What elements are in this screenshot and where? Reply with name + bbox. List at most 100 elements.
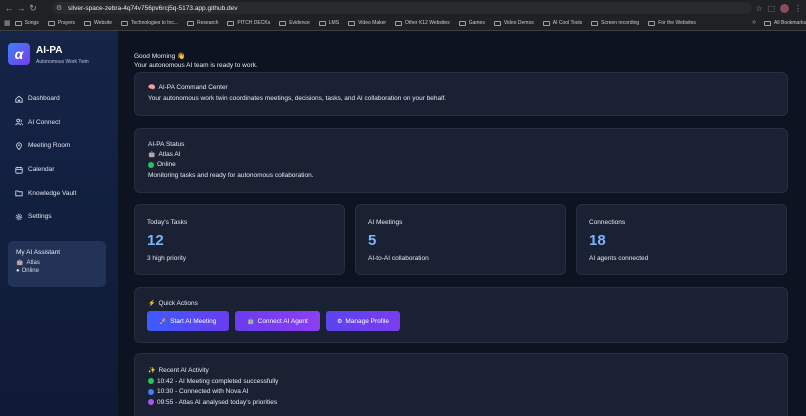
blue-dot-icon — [148, 388, 154, 395]
stat-sub: AI-to-AI collaboration — [368, 255, 429, 262]
bookmarks-bar: ▦ Songs Prayers Website Technologies to … — [0, 16, 806, 31]
command-center-title: AI-PA Command Center — [158, 84, 228, 91]
forward-icon[interactable]: → — [15, 0, 27, 16]
back-icon[interactable]: ← — [3, 0, 15, 16]
command-center-title-row: 🧠 AI-PA Command Center — [148, 84, 228, 91]
sidebar-item-dashboard[interactable]: Dashboard — [0, 87, 118, 111]
list-item: 09:55 - Atlas AI analysed today's priori… — [148, 399, 277, 406]
start-ai-meeting-button[interactable]: 🚀 Start AI Meeting — [147, 311, 229, 331]
bookmark-folder[interactable]: Songs — [14, 20, 39, 26]
folder-icon — [279, 20, 287, 26]
bookmark-folder[interactable]: Research — [187, 20, 218, 26]
bookmark-folder[interactable]: LMS — [318, 20, 339, 26]
gear-icon — [15, 213, 23, 221]
status-note: Monitoring tasks and ready for autonomou… — [148, 172, 314, 179]
manage-profile-button[interactable]: ⚙ Manage Profile — [326, 311, 400, 331]
quick-actions-title-row: ⚡ Quick Actions — [148, 300, 198, 307]
bookmark-folder[interactable]: AI Cool Tools — [542, 20, 582, 26]
bookmark-folder[interactable]: Screen recording — [591, 20, 639, 26]
bookmark-folder[interactable]: Video Demos — [493, 20, 534, 26]
assistant-status: Online — [21, 268, 39, 274]
command-center-card: 🧠 AI-PA Command Center Your autonomous w… — [134, 72, 788, 116]
app-logo: α — [8, 43, 30, 65]
main-content: Good Morning 👋 Your autonomous AI team i… — [118, 31, 806, 416]
app-subtitle: Autonomous Work Twin — [36, 59, 89, 65]
folder-icon — [458, 20, 466, 26]
green-dot-icon — [148, 378, 154, 384]
stat-sub: AI agents connected — [589, 255, 649, 262]
stat-title: AI Meetings — [368, 219, 403, 226]
assistant-title: My AI Assistant — [16, 249, 61, 256]
greeting-subtitle: Your autonomous AI team is ready to work… — [134, 62, 258, 69]
activity-title: Recent AI Activity — [158, 367, 209, 374]
folder-icon — [591, 20, 599, 26]
brain-icon: 🧠 — [148, 85, 156, 91]
stat-value: 5 — [368, 232, 377, 249]
bookmark-star-icon[interactable]: ☆ — [755, 4, 762, 13]
gear-icon: ⚙ — [336, 318, 343, 325]
quick-actions-title: Quick Actions — [158, 300, 198, 307]
status-agent: Atlas AI — [158, 151, 181, 158]
recent-activity-card: ✨ Recent AI Activity 10:42 - AI Meeting … — [134, 353, 788, 416]
sidebar: α AI-PA Autonomous Work Twin Dashboard A… — [0, 31, 118, 416]
bookmark-folder[interactable]: Evidence — [279, 20, 310, 26]
bookmark-folder[interactable]: Technologies to Inc... — [121, 20, 178, 26]
bookmark-folder[interactable]: Video Maker — [348, 20, 386, 26]
list-item: 10:42 - AI Meeting completed successfull… — [148, 378, 278, 385]
stat-card-connections: Connections 18 AI agents connected — [576, 204, 787, 275]
rocket-icon: 🚀 — [159, 318, 168, 325]
status-title: AI-PA Status — [148, 141, 185, 148]
sidebar-item-knowledge-vault[interactable]: Knowledge Vault — [0, 181, 118, 205]
sidebar-item-meeting-room[interactable]: Meeting Room — [0, 134, 118, 158]
users-icon — [15, 118, 23, 126]
url-text: silver-space-zebra-4q74v756pv6rcj5q-5173… — [68, 4, 238, 12]
robot-icon: 🤖 — [247, 318, 255, 325]
folder-icon — [121, 20, 129, 26]
robot-icon: 🤖 — [148, 152, 156, 158]
sidebar-item-ai-connect[interactable]: AI Connect — [0, 111, 118, 135]
stat-sub: 3 high priority — [147, 255, 187, 262]
lightning-icon: ⚡ — [148, 301, 156, 307]
calendar-icon — [15, 166, 23, 174]
reload-icon[interactable]: ↻ — [27, 0, 39, 16]
bookmark-folder[interactable]: PITCH DECKs — [227, 20, 270, 26]
profile-avatar[interactable] — [780, 3, 789, 13]
folder-icon — [47, 20, 55, 26]
list-item: 10:30 - Connected with Nova AI — [148, 388, 248, 395]
folder-icon — [187, 20, 195, 26]
activity-title-row: ✨ Recent AI Activity — [148, 367, 209, 374]
folder-icon — [227, 20, 235, 26]
apps-grid-icon[interactable]: ▦ — [4, 19, 11, 27]
more-bookmarks-button[interactable]: » — [752, 19, 756, 26]
folder-icon — [764, 20, 772, 26]
app-name: AI-PA — [36, 45, 63, 56]
extensions-icon[interactable]: ⬚ — [767, 4, 775, 13]
stat-title: Today's Tasks — [147, 219, 188, 226]
command-center-description: Your autonomous work twin coordinates me… — [148, 95, 447, 102]
bookmark-folder[interactable]: Games — [458, 20, 485, 26]
folder-icon — [15, 189, 23, 197]
folder-icon — [648, 20, 656, 26]
home-icon — [15, 95, 23, 103]
bookmark-folder[interactable]: Website — [84, 20, 112, 26]
bookmark-folder[interactable]: For the Websites — [648, 20, 696, 26]
stat-title: Connections — [589, 219, 626, 226]
address-bar[interactable]: ⚙ silver-space-zebra-4q74v756pv6rcj5q-51… — [52, 2, 752, 14]
assistant-name-row: 🤖 Atlas — [16, 259, 98, 267]
quick-actions-card: ⚡ Quick Actions 🚀 Start AI Meeting 🤖 Con… — [134, 287, 788, 343]
menu-icon[interactable]: ⋮ — [794, 4, 802, 13]
folder-icon — [14, 20, 22, 26]
folder-icon — [542, 20, 550, 26]
bookmark-folder[interactable]: Prayers — [47, 20, 75, 26]
site-info-icon[interactable]: ⚙ — [56, 4, 66, 12]
sidebar-item-calendar[interactable]: Calendar — [0, 158, 118, 182]
bookmark-folder[interactable]: Other K12 Websites — [395, 20, 450, 26]
assistant-card: My AI Assistant 🤖 Atlas ● Online — [8, 241, 106, 287]
folder-icon — [318, 20, 326, 26]
sidebar-item-settings[interactable]: Settings — [0, 205, 118, 229]
connect-ai-agent-button[interactable]: 🤖 Connect AI Agent — [235, 311, 320, 331]
status-card: AI-PA Status 🤖 Atlas AI Online Monitorin… — [134, 128, 788, 193]
location-pin-icon — [15, 142, 23, 150]
all-bookmarks[interactable]: All Bookmarks — [762, 20, 806, 26]
folder-icon — [395, 20, 403, 26]
